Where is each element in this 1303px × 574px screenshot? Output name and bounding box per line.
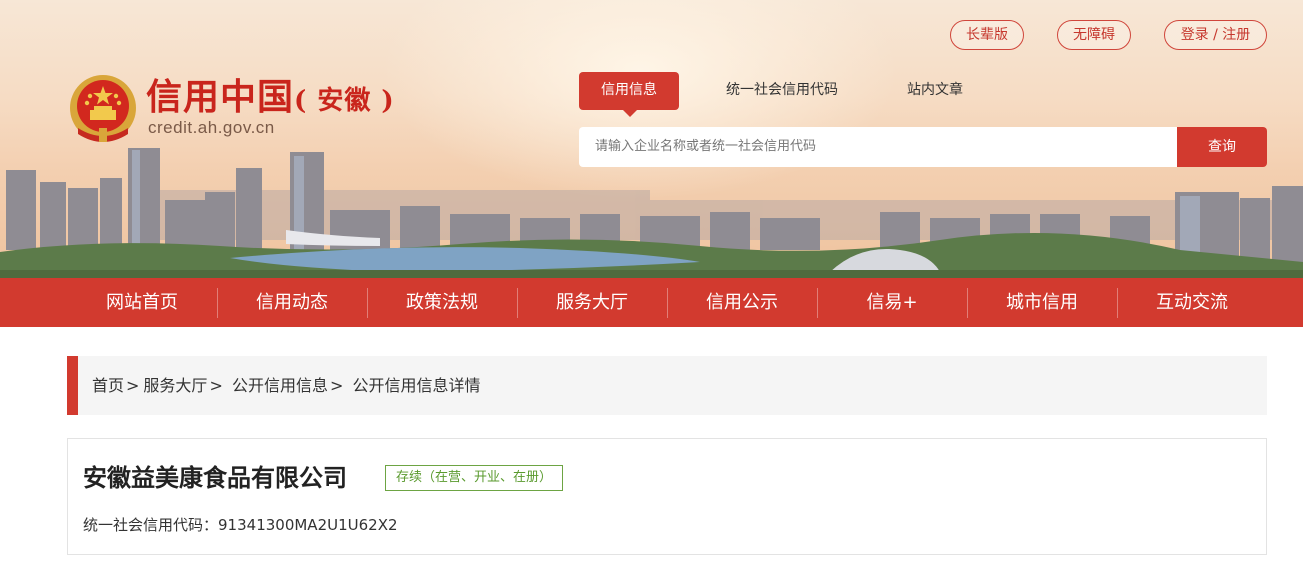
- breadcrumb-current: 公开信用信息详情: [352, 376, 481, 395]
- nav-item-xinyi-plus[interactable]: 信易+: [817, 278, 967, 327]
- nav-item-credit-publicity[interactable]: 信用公示: [667, 278, 817, 327]
- breadcrumb-home[interactable]: 首页: [92, 376, 124, 395]
- header-banner: 长辈版 无障碍 登录 / 注册 信用中国( 安徽 ) credit.ah.gov…: [0, 0, 1303, 278]
- site-title: 信用中国: [146, 76, 295, 118]
- breadcrumb-trail: 首页 > 服务大厅 > 公开信用信息 > 公开信用信息详情: [92, 356, 480, 415]
- site-region: ( 安徽 ): [294, 86, 395, 116]
- nav-item-city-credit[interactable]: 城市信用: [967, 278, 1117, 327]
- tab-credit-info[interactable]: 信用信息: [579, 72, 679, 117]
- breadcrumb-separator: >: [209, 376, 223, 395]
- search-button[interactable]: 查询: [1177, 127, 1267, 167]
- national-emblem-icon: [70, 75, 136, 142]
- elder-mode-button[interactable]: 长辈版: [950, 20, 1024, 50]
- breadcrumb-separator: >: [126, 376, 140, 395]
- status-badge: 存续（在营、开业、在册）: [385, 465, 564, 491]
- breadcrumb-service-hall[interactable]: 服务大厅: [143, 376, 207, 395]
- login-register-button[interactable]: 登录 / 注册: [1164, 20, 1267, 50]
- nav-item-policy[interactable]: 政策法规: [367, 278, 517, 327]
- company-card: 安徽益美康食品有限公司 存续（在营、开业、在册） 统一社会信用代码：913413…: [67, 438, 1267, 555]
- credit-code-value: 91341300MA2U1U62X2: [218, 516, 398, 534]
- tab-credit-code[interactable]: 统一社会信用代码: [712, 72, 852, 110]
- breadcrumb-public-credit-info[interactable]: 公开信用信息: [232, 376, 328, 395]
- breadcrumb-separator: >: [329, 376, 344, 395]
- tab-site-articles[interactable]: 站内文章: [892, 72, 978, 110]
- nav-item-service-hall[interactable]: 服务大厅: [517, 278, 667, 327]
- site-logo-title[interactable]: 信用中国( 安徽 ): [146, 76, 395, 122]
- main-nav: 网站首页 信用动态 政策法规 服务大厅 信用公示 信易+ 城市信用 互动交流: [0, 278, 1303, 327]
- site-url: credit.ah.gov.cn: [148, 118, 275, 137]
- nav-item-credit-news[interactable]: 信用动态: [217, 278, 367, 327]
- nav-item-home[interactable]: 网站首页: [67, 278, 217, 327]
- credit-code-line: 统一社会信用代码：91341300MA2U1U62X2: [83, 513, 398, 537]
- company-name: 安徽益美康食品有限公司: [83, 464, 347, 492]
- search-input[interactable]: [579, 127, 1178, 167]
- credit-code-label: 统一社会信用代码：: [83, 516, 219, 534]
- accessibility-button[interactable]: 无障碍: [1057, 20, 1131, 50]
- nav-item-interaction[interactable]: 互动交流: [1117, 278, 1267, 327]
- breadcrumb: 首页 > 服务大厅 > 公开信用信息 > 公开信用信息详情: [67, 356, 1267, 415]
